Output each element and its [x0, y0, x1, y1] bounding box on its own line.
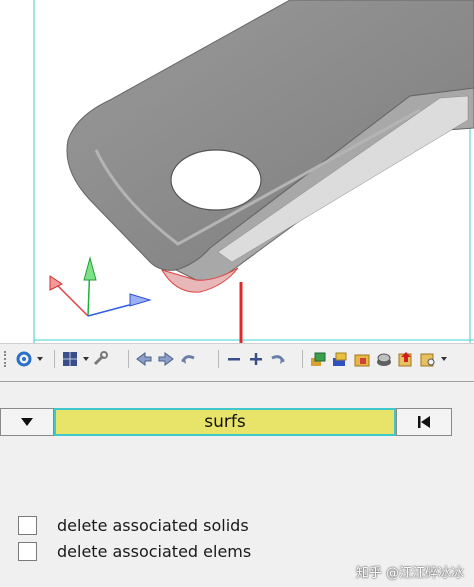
- redo-icon[interactable]: [268, 349, 288, 369]
- mesh-dropdown-icon[interactable]: [82, 349, 90, 369]
- entity-selector-label: surfs: [204, 412, 246, 432]
- model-view[interactable]: [0, 0, 474, 343]
- undo-icon[interactable]: [178, 349, 198, 369]
- arrow-left-icon[interactable]: [134, 349, 154, 369]
- wrench-icon[interactable]: [90, 349, 110, 369]
- component-dropdown-icon[interactable]: [440, 349, 448, 369]
- mesh-grid-icon[interactable]: [60, 349, 80, 369]
- delete-solids-label: delete associated solids: [57, 515, 249, 535]
- triangle-down-icon: [21, 418, 33, 426]
- arrow-right-icon[interactable]: [156, 349, 176, 369]
- plus-icon[interactable]: [246, 349, 266, 369]
- rotate-icon[interactable]: [14, 349, 34, 369]
- graphics-viewport[interactable]: [0, 0, 474, 343]
- folder-icon[interactable]: [352, 349, 372, 369]
- delete-solids-checkbox[interactable]: [18, 515, 37, 535]
- main-toolbar: [0, 343, 474, 374]
- solid-icon[interactable]: [374, 349, 394, 369]
- export-icon[interactable]: [396, 349, 416, 369]
- reset-selection-button[interactable]: [396, 408, 452, 436]
- skip-to-start-icon: [418, 416, 430, 428]
- entity-selector-field[interactable]: surfs: [54, 408, 396, 436]
- entity-selector-row: surfs: [0, 408, 474, 436]
- minus-icon[interactable]: [224, 349, 244, 369]
- panel-divider: [0, 381, 474, 382]
- part-hole: [170, 149, 262, 211]
- delete-elems-label: delete associated elems: [57, 541, 252, 561]
- option-delete-elems[interactable]: delete associated elems: [18, 540, 251, 562]
- component-blue-icon[interactable]: [330, 349, 350, 369]
- option-delete-solids[interactable]: delete associated solids: [18, 514, 249, 536]
- rotate-dropdown-icon[interactable]: [36, 349, 44, 369]
- review-icon[interactable]: [418, 349, 438, 369]
- component-icon[interactable]: [308, 349, 328, 369]
- delete-elems-checkbox[interactable]: [18, 541, 37, 561]
- axis-triad: [49, 256, 152, 317]
- watermark-text: 知乎 @汪汪碎冰冰: [355, 566, 464, 581]
- entity-type-dropdown-button[interactable]: [0, 408, 54, 436]
